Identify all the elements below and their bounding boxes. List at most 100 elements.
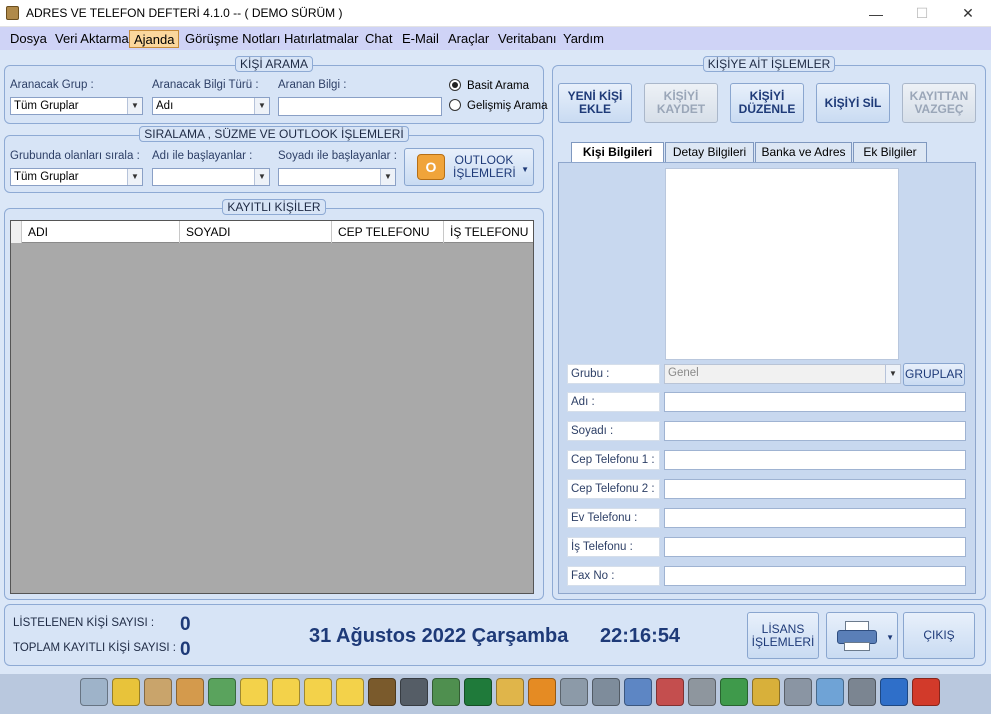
phone-icon[interactable]: [560, 678, 588, 706]
notepad-icon[interactable]: [112, 678, 140, 706]
search-query-label: Aranan Bilgi :: [278, 79, 347, 91]
box-icon[interactable]: [816, 678, 844, 706]
calendar-icon[interactable]: [144, 678, 172, 706]
name-filter-select[interactable]: ▼: [152, 168, 270, 186]
home-phone-input[interactable]: [664, 508, 966, 528]
group-select[interactable]: Genel ▼: [664, 364, 901, 384]
note-page-icon[interactable]: [80, 678, 108, 706]
advanced-search-radio[interactable]: Gelişmiş Arama: [449, 99, 548, 112]
column-is-telefonu[interactable]: İŞ TELEFONU: [443, 221, 533, 243]
contacts-grid-header: ADI SOYADI CEP TELEFONU İŞ TELEFONU: [11, 221, 533, 243]
actions-group-title: KİŞİYE AİT İŞLEMLER: [702, 56, 836, 72]
total-count-value: 0: [180, 639, 191, 660]
contact-photo[interactable]: [665, 168, 899, 360]
spreadsheet-icon[interactable]: [432, 678, 460, 706]
contacts-icon[interactable]: [176, 678, 204, 706]
tab-kisi-bilgileri[interactable]: Kişi Bilgileri: [571, 142, 664, 163]
fax-icon[interactable]: [784, 678, 812, 706]
outlook-operations-button[interactable]: O OUTLOOK İŞLEMLERİ ▼: [404, 148, 534, 186]
first-name-input[interactable]: [664, 392, 966, 412]
menu-araclar[interactable]: Araçlar: [444, 30, 493, 48]
sticky-note-4-icon[interactable]: [336, 678, 364, 706]
contacts-grid[interactable]: ADI SOYADI CEP TELEFONU İŞ TELEFONU: [10, 220, 534, 594]
menu-veritabani[interactable]: Veritabanı: [494, 30, 561, 48]
save-contact-button[interactable]: KİŞİYİ KAYDET: [644, 83, 718, 123]
delete-contact-button[interactable]: KİŞİYİ SİL: [816, 83, 890, 123]
tab-detay-bilgileri[interactable]: Detay Bilgileri: [665, 142, 754, 162]
key-icon[interactable]: [752, 678, 780, 706]
outlook-icon: O: [417, 154, 445, 180]
id-card-icon[interactable]: [624, 678, 652, 706]
mail-check-icon[interactable]: [208, 678, 236, 706]
outlook-icon[interactable]: [528, 678, 556, 706]
work-phone-input[interactable]: [664, 537, 966, 557]
exit-button[interactable]: ÇIKIŞ: [903, 612, 975, 659]
edit-contact-button[interactable]: KİŞİYİ DÜZENLE: [730, 83, 804, 123]
field-label-cep-1: Cep Telefonu 1 :: [567, 450, 660, 470]
search-group-value: Tüm Gruplar: [14, 100, 79, 112]
disk-icon[interactable]: [656, 678, 684, 706]
search-query-input[interactable]: [278, 97, 442, 116]
fax-input[interactable]: [664, 566, 966, 586]
minimize-button[interactable]: —: [853, 0, 899, 27]
groups-button[interactable]: GRUPLAR: [903, 363, 965, 386]
chevron-down-icon: ▼: [127, 169, 142, 185]
power-icon[interactable]: [912, 678, 940, 706]
menu-chat[interactable]: Chat: [361, 30, 396, 48]
search-type-select[interactable]: Adı ▼: [152, 97, 270, 115]
search-group-select[interactable]: Tüm Gruplar ▼: [10, 97, 143, 115]
total-count-label: TOPLAM KAYITLI KİŞİ SAYISI :: [13, 642, 176, 654]
basic-search-radio[interactable]: Basit Arama: [449, 79, 529, 92]
maximize-button[interactable]: ☐: [899, 0, 945, 27]
new-contact-button[interactable]: YENİ KİŞİ EKLE: [558, 83, 632, 123]
scanner-icon[interactable]: [688, 678, 716, 706]
menu-hatirlatmalar[interactable]: Hatırlatmalar: [280, 30, 362, 48]
mobile-phone-1-input[interactable]: [664, 450, 966, 470]
print-button[interactable]: ▼: [826, 612, 898, 659]
surname-input[interactable]: [664, 421, 966, 441]
book-icon[interactable]: [368, 678, 396, 706]
chevron-down-icon: ▼: [254, 98, 269, 114]
sticky-note-2-icon[interactable]: [272, 678, 300, 706]
menu-ajanda[interactable]: Ajanda: [129, 30, 180, 48]
group-sort-label: Grubunda olanları sırala :: [10, 150, 140, 162]
info-icon[interactable]: [880, 678, 908, 706]
menu-yardim[interactable]: Yardım: [559, 30, 608, 48]
search-group-title: KİŞİ ARAMA: [234, 56, 314, 72]
basic-search-label: Basit Arama: [467, 80, 529, 92]
menu-veri-aktarma[interactable]: Veri Aktarma: [51, 30, 133, 48]
printer-icon[interactable]: [848, 678, 876, 706]
excel-icon[interactable]: [464, 678, 492, 706]
group-select-value: Genel: [668, 367, 699, 379]
sticky-note-1-icon[interactable]: [240, 678, 268, 706]
field-label-is: İş Telefonu :: [567, 537, 660, 557]
menu-gorusme-notlari[interactable]: Görüşme Notları: [181, 30, 284, 48]
menu-email[interactable]: E-Mail: [398, 30, 443, 48]
satellite-icon[interactable]: [592, 678, 620, 706]
column-cep-telefonu[interactable]: CEP TELEFONU: [331, 221, 443, 243]
envelope-icon[interactable]: [496, 678, 524, 706]
mobile-phone-2-input[interactable]: [664, 479, 966, 499]
settings-gear-icon[interactable]: [400, 678, 428, 706]
field-label-fax: Fax No :: [567, 566, 660, 586]
group-sort-select[interactable]: Tüm Gruplar ▼: [10, 168, 143, 186]
title-bar: ADRES VE TELEFON DEFTERİ 4.1.0 -- ( DEMO…: [0, 0, 991, 27]
listed-count-label: LİSTELENEN KİŞİ SAYISI :: [13, 617, 155, 629]
tab-ek-bilgiler[interactable]: Ek Bilgiler: [853, 142, 927, 162]
tab-banka-ve-adres[interactable]: Banka ve Adres: [755, 142, 852, 162]
group-sort-value: Tüm Gruplar: [14, 171, 79, 183]
field-label-ev: Ev Telefonu :: [567, 508, 660, 528]
listed-count-value: 0: [180, 614, 191, 635]
advanced-search-label: Gelişmiş Arama: [467, 100, 548, 112]
column-adi[interactable]: ADI: [21, 221, 179, 243]
close-button[interactable]: ✕: [945, 0, 991, 27]
field-label-grubu: Grubu :: [567, 364, 660, 384]
current-date: 31 Ağustos 2022 Çarşamba: [309, 625, 569, 647]
license-button[interactable]: LİSANS İŞLEMLERİ: [747, 612, 819, 659]
column-soyadi[interactable]: SOYADI: [179, 221, 331, 243]
surname-filter-select[interactable]: ▼: [278, 168, 396, 186]
cancel-record-button[interactable]: KAYITTAN VAZGEÇ: [902, 83, 976, 123]
users-online-icon[interactable]: [720, 678, 748, 706]
menu-dosya[interactable]: Dosya: [6, 30, 51, 48]
sticky-note-3-icon[interactable]: [304, 678, 332, 706]
